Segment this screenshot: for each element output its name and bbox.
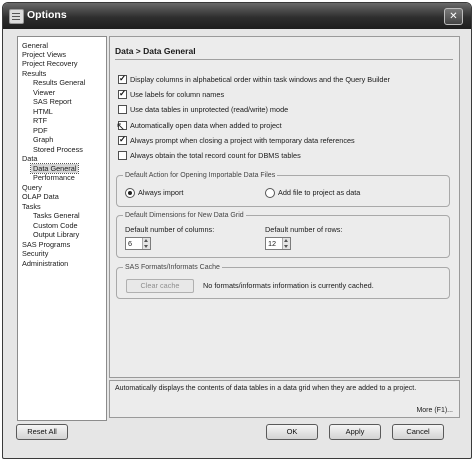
cache-status: No formats/informats information is curr… (203, 281, 374, 290)
columns-value: 6 (128, 239, 133, 248)
clear-cache-button[interactable]: Clear cache (126, 279, 194, 293)
default-action-legend: Default Action for Opening Importable Da… (123, 171, 278, 180)
tree-item-results[interactable]: Results (22, 69, 46, 78)
more-help-link[interactable]: More (F1)... (416, 406, 453, 415)
tree-item-rtf[interactable]: RTF (33, 116, 47, 125)
tree-item-tasks-general[interactable]: Tasks General (33, 211, 80, 220)
tree-item-security[interactable]: Security (22, 249, 48, 258)
columns-spinner-arrows-icon[interactable] (142, 238, 150, 249)
title-bar: Options ✕ (3, 3, 471, 29)
tree-item-html[interactable]: HTML (33, 107, 53, 116)
tree-item-olap-data[interactable]: OLAP Data (22, 192, 59, 201)
tree-item-tasks[interactable]: Tasks (22, 202, 41, 211)
tree-item-sas-programs[interactable]: SAS Programs (22, 240, 70, 249)
default-action-group: Default Action for Opening Importable Da… (116, 171, 450, 207)
tree-item-sas-report[interactable]: SAS Report (33, 97, 72, 106)
column-labels-checkbox[interactable] (118, 88, 127, 99)
rows-spinner[interactable]: 12 (265, 237, 291, 250)
dbms-record-count-checkbox[interactable] (118, 151, 127, 160)
grid-dimensions-group: Default Dimensions for New Data Grid Def… (116, 211, 450, 258)
tree-item-project-recovery[interactable]: Project Recovery (22, 59, 78, 68)
add-file-label: Add file to project as data (278, 188, 361, 197)
description-text: Automatically displays the contents of d… (115, 385, 417, 392)
tree-item-performance[interactable]: Performance (33, 173, 75, 182)
tree-item-query[interactable]: Query (22, 183, 42, 192)
dbms-record-count-label: Always obtain the total record count for… (130, 151, 301, 160)
window-title: Options (27, 9, 67, 21)
ok-button[interactable]: OK (266, 424, 318, 440)
auto-open-data-label: Automatically open data when added to pr… (130, 121, 282, 130)
settings-panel: Data > Data General Display columns in a… (109, 36, 460, 378)
rows-label: Default number of rows: (265, 225, 343, 234)
section-heading: Data > Data General (115, 46, 196, 56)
always-import-radio[interactable] (125, 188, 135, 198)
tree-item-pdf[interactable]: PDF (33, 126, 48, 135)
tree-item-stored-process[interactable]: Stored Process (33, 145, 83, 154)
heading-divider (115, 59, 453, 60)
options-tree: General Project Views Project Recovery R… (17, 36, 107, 421)
rows-value: 12 (268, 239, 277, 248)
column-labels-label: Use labels for column names (130, 90, 225, 99)
tree-item-custom-code[interactable]: Custom Code (33, 221, 78, 230)
rows-spinner-arrows-icon[interactable] (282, 238, 290, 249)
tree-item-data[interactable]: Data (22, 154, 37, 163)
columns-label: Default number of columns: (125, 225, 215, 234)
alphabetical-columns-checkbox[interactable] (118, 73, 127, 84)
options-app-icon (9, 9, 24, 24)
columns-spinner[interactable]: 6 (125, 237, 151, 250)
reset-all-button[interactable]: Reset All (16, 424, 68, 440)
cancel-button[interactable]: Cancel (392, 424, 444, 440)
tree-item-administration[interactable]: Administration (22, 259, 68, 268)
unprotected-mode-checkbox[interactable] (118, 105, 127, 114)
description-panel: Automatically displays the contents of d… (109, 380, 460, 418)
always-import-label: Always import (138, 188, 184, 197)
tree-item-graph[interactable]: Graph (33, 135, 53, 144)
formats-cache-group: SAS Formats/Informats Cache Clear cache … (116, 263, 450, 299)
add-file-radio[interactable] (265, 188, 275, 198)
alphabetical-columns-label: Display columns in alphabetical order wi… (130, 75, 390, 84)
apply-button[interactable]: Apply (329, 424, 381, 440)
prompt-temp-data-checkbox[interactable] (118, 134, 127, 145)
formats-cache-legend: SAS Formats/Informats Cache (123, 263, 222, 272)
tree-item-project-views[interactable]: Project Views (22, 50, 66, 59)
options-window: Options ✕ General Project Views Project … (2, 2, 472, 459)
unprotected-mode-label: Use data tables in unprotected (read/wri… (130, 105, 289, 114)
tree-item-viewer[interactable]: Viewer (33, 88, 55, 97)
tree-item-data-general[interactable]: Data General (29, 163, 80, 174)
prompt-temp-data-label: Always prompt when closing a project wit… (130, 136, 355, 145)
mouse-pointer-icon: ↖ (116, 121, 126, 133)
grid-dimensions-legend: Default Dimensions for New Data Grid (123, 211, 246, 220)
close-button[interactable]: ✕ (444, 8, 463, 25)
tree-item-results-general[interactable]: Results General (33, 78, 85, 87)
tree-item-general[interactable]: General (22, 41, 48, 50)
tree-item-output-library[interactable]: Output Library (33, 230, 79, 239)
